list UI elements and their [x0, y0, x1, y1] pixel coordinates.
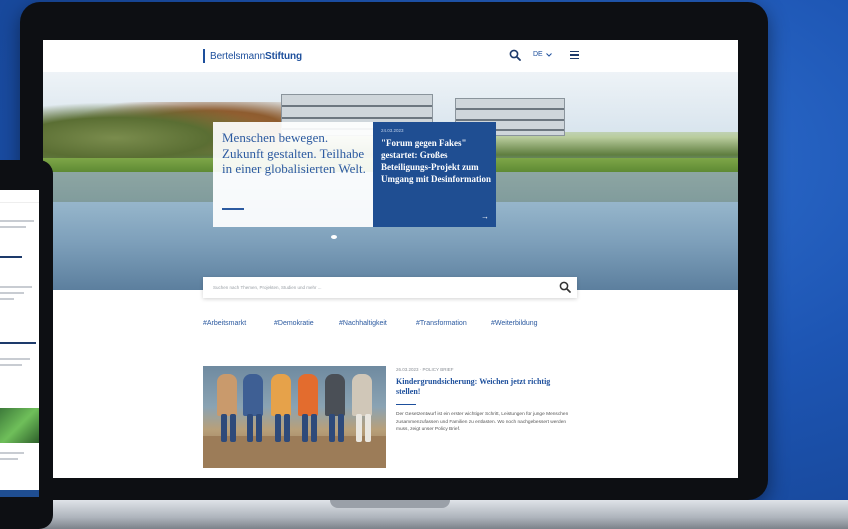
hero-slogan-card: Menschen bewegen. Zukunft gestalten. Tei…: [213, 122, 373, 227]
arrow-right-icon[interactable]: →: [481, 212, 489, 221]
phone-article-image: [0, 408, 39, 443]
image-leg: [311, 414, 317, 442]
image-person: [325, 374, 345, 416]
tag-weiterbildung[interactable]: #Weiterbildung: [491, 320, 538, 327]
search-input[interactable]: [213, 282, 543, 292]
phone-heading-line: [0, 256, 22, 258]
logo-regular: Bertelsmann: [210, 50, 266, 62]
image-leg: [302, 414, 308, 442]
phone-text-line: [0, 458, 18, 460]
image-leg: [338, 414, 344, 442]
hero-feature-card[interactable]: 24.03.2023 "Forum gegen Fakes" gestartet…: [373, 122, 496, 227]
tag-arbeitsmarkt[interactable]: #Arbeitsmarkt: [203, 320, 246, 327]
article-meta: 26.03.2023 · POLICY BRIEF: [396, 367, 454, 372]
image-leg: [247, 414, 253, 442]
tag-nachhaltigkeit[interactable]: #Nachhaltigkeit: [339, 320, 387, 327]
site-search-bar: [203, 277, 577, 298]
phone-text-line: [0, 220, 34, 222]
image-person: [243, 374, 263, 416]
search-icon[interactable]: [559, 281, 571, 293]
feature-title[interactable]: "Forum gegen Fakes" gestartet: Großes Be…: [381, 137, 493, 185]
phone-screen: [0, 190, 39, 497]
image-person: [352, 374, 372, 416]
site-header: BertelsmannStiftung DE: [43, 40, 738, 72]
phone-text-line: [0, 358, 30, 360]
phone-header: [0, 190, 39, 203]
search-icon[interactable]: [509, 49, 521, 61]
article-rule: [396, 404, 416, 405]
image-leg: [256, 414, 262, 442]
image-leg: [329, 414, 335, 442]
phone-text-line: [0, 286, 32, 288]
image-person: [271, 374, 291, 416]
image-leg: [275, 414, 281, 442]
phone-text-line: [0, 226, 26, 228]
article-image[interactable]: [203, 366, 386, 468]
language-selector[interactable]: DE: [533, 51, 552, 58]
article-body: Der Gesetzentwurf ist ein erster wichtig…: [396, 412, 569, 432]
hero-reflection-right: [496, 172, 738, 202]
image-person: [217, 374, 237, 416]
tag-demokratie[interactable]: #Demokratie: [274, 320, 314, 327]
article-title[interactable]: Kindergrundsicherung: Weichen jetzt rich…: [396, 377, 566, 397]
image-leg: [230, 414, 236, 442]
laptop-notch: [330, 500, 450, 508]
phone-text-line: [0, 452, 24, 454]
phone-heading-line: [0, 342, 36, 344]
logo-bold: Stiftung: [265, 50, 303, 62]
laptop-screen: BertelsmannStiftung DE Menschen bewegen.: [43, 40, 738, 478]
phone-text-line: [0, 292, 24, 294]
hamburger-menu-icon[interactable]: [570, 51, 579, 59]
image-leg: [365, 414, 371, 442]
swan-decoration: [331, 235, 337, 239]
phone-footer-bar: [0, 490, 39, 497]
tag-transformation[interactable]: #Transformation: [416, 320, 467, 327]
image-leg: [284, 414, 290, 442]
hero-banner: Menschen bewegen. Zukunft gestalten. Tei…: [43, 72, 738, 290]
logo-text: BertelsmannStiftung: [210, 51, 302, 62]
phone-text-line: [0, 298, 14, 300]
image-person: [298, 374, 318, 416]
feature-date: 24.03.2023: [381, 128, 404, 133]
logo-bar: [203, 49, 205, 63]
site-logo[interactable]: BertelsmannStiftung: [203, 49, 302, 63]
image-leg: [356, 414, 362, 442]
phone-text-line: [0, 364, 22, 366]
hero-reflection-left: [43, 172, 213, 202]
chevron-down-icon: [545, 52, 552, 57]
topic-tags: #Arbeitsmarkt #Demokratie #Nachhaltigkei…: [43, 320, 738, 332]
image-leg: [221, 414, 227, 442]
slogan-rule: [222, 208, 244, 210]
language-label: DE: [533, 51, 543, 58]
hero-slogan: Menschen bewegen. Zukunft gestalten. Tei…: [222, 130, 366, 176]
